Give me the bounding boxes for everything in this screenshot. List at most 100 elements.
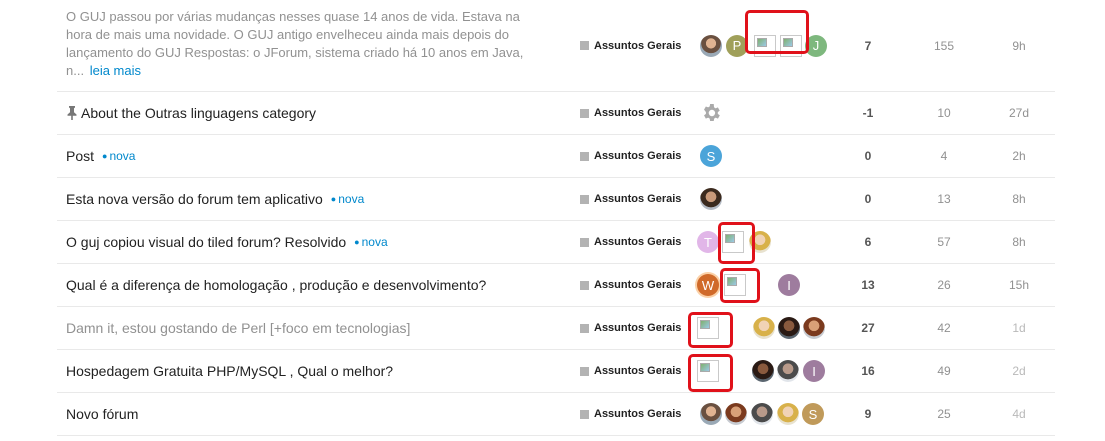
activity-time[interactable]: 4d bbox=[995, 393, 1043, 435]
category-badge[interactable]: Assuntos Gerais bbox=[580, 0, 681, 91]
poster-avatar[interactable]: I bbox=[778, 274, 800, 296]
category-badge[interactable]: Assuntos Gerais bbox=[580, 221, 681, 263]
broken-avatar-image[interactable] bbox=[754, 34, 776, 57]
poster-avatar[interactable] bbox=[700, 403, 722, 425]
poster-avatar[interactable]: I bbox=[803, 360, 825, 382]
activity-time[interactable]: 15h bbox=[995, 264, 1043, 306]
activity-time[interactable]: 2h bbox=[995, 135, 1043, 177]
category-badge[interactable]: Assuntos Gerais bbox=[580, 135, 681, 177]
topic-title-link[interactable]: Esta nova versão do forum tem aplicativo bbox=[66, 191, 323, 207]
topic-row[interactable]: Post ● nova Assuntos Gerais S 0 4 2h bbox=[57, 135, 1055, 178]
views-count: 57 bbox=[937, 235, 951, 249]
poster-avatar[interactable] bbox=[752, 360, 774, 382]
topic-row[interactable]: Hospedagem Gratuita PHP/MySQL , Qual o m… bbox=[57, 350, 1055, 393]
poster-avatar[interactable] bbox=[778, 317, 800, 339]
replies-count[interactable]: 0 bbox=[843, 178, 893, 220]
category-name: Assuntos Gerais bbox=[594, 39, 682, 52]
replies-count[interactable]: 0 bbox=[843, 135, 893, 177]
avatar-letter: W bbox=[701, 277, 715, 293]
avatar-letter: P bbox=[732, 38, 742, 53]
topic-list: O GUJ passou por várias mudanças nesses … bbox=[57, 0, 1055, 436]
views-count: 26 bbox=[937, 278, 951, 292]
replies-count[interactable]: 7 bbox=[843, 0, 893, 91]
topic-row[interactable]: Novo fórum Assuntos Gerais S 9 25 4d bbox=[57, 393, 1055, 436]
broken-avatar-image[interactable] bbox=[722, 231, 744, 253]
topic-excerpt[interactable]: O GUJ passou por várias mudanças nesses … bbox=[66, 8, 536, 80]
category-color-square bbox=[580, 108, 589, 118]
category-badge[interactable]: Assuntos Gerais bbox=[580, 350, 681, 392]
replies-count[interactable]: -1 bbox=[843, 92, 893, 134]
new-topic-badge[interactable]: ● nova bbox=[331, 192, 364, 206]
category-color-square bbox=[580, 41, 589, 50]
topic-title-link[interactable]: Hospedagem Gratuita PHP/MySQL , Qual o m… bbox=[66, 363, 393, 379]
poster-avatar[interactable] bbox=[751, 403, 773, 425]
replies-count[interactable]: 27 bbox=[843, 307, 893, 349]
activity-time[interactable]: 2d bbox=[995, 350, 1043, 392]
avatar-letter: J bbox=[812, 38, 820, 53]
views-count: 155 bbox=[933, 38, 955, 53]
poster-avatar[interactable]: W bbox=[697, 274, 719, 296]
avatar-letter: T bbox=[704, 234, 712, 250]
poster-avatar[interactable] bbox=[777, 360, 799, 382]
broken-avatar-image[interactable] bbox=[697, 317, 719, 339]
category-color-square bbox=[580, 280, 589, 290]
avatar-letter: I bbox=[812, 363, 816, 379]
posters-column: S bbox=[697, 393, 837, 435]
new-topic-badge[interactable]: ● nova bbox=[354, 235, 387, 249]
activity-time[interactable]: 8h bbox=[995, 221, 1043, 263]
posters-column bbox=[697, 92, 837, 134]
poster-avatar[interactable] bbox=[749, 231, 771, 253]
poster-avatar[interactable] bbox=[777, 403, 799, 425]
category-badge[interactable]: Assuntos Gerais bbox=[580, 92, 681, 134]
category-name: Assuntos Gerais bbox=[594, 408, 682, 420]
topic-title-link[interactable]: Qual é a diferença de homologação , prod… bbox=[66, 277, 486, 293]
topic-title-link[interactable]: Novo fórum bbox=[66, 406, 138, 422]
new-topic-badge[interactable]: ● nova bbox=[102, 149, 135, 163]
gear-icon[interactable] bbox=[700, 102, 722, 124]
broken-avatar-image[interactable] bbox=[780, 34, 802, 57]
category-badge[interactable]: Assuntos Gerais bbox=[580, 307, 681, 349]
topic-title-link[interactable]: About the Outras linguagens category bbox=[81, 105, 316, 121]
poster-avatar[interactable]: P bbox=[726, 34, 748, 57]
posters-column: S bbox=[697, 135, 837, 177]
poster-avatar[interactable] bbox=[725, 403, 747, 425]
topic-row[interactable]: O GUJ passou por várias mudanças nesses … bbox=[57, 0, 1055, 92]
poster-avatar[interactable] bbox=[753, 317, 775, 339]
category-badge[interactable]: Assuntos Gerais bbox=[580, 264, 681, 306]
posters-column bbox=[697, 307, 837, 349]
read-more-link[interactable]: leia mais bbox=[90, 63, 141, 78]
broken-avatar-image[interactable] bbox=[697, 360, 719, 382]
posters-column: W I bbox=[697, 264, 837, 306]
activity-time[interactable]: 27d bbox=[995, 92, 1043, 134]
replies-count[interactable]: 9 bbox=[843, 393, 893, 435]
views-count: 4 bbox=[940, 149, 948, 163]
replies-count[interactable]: 6 bbox=[843, 221, 893, 263]
poster-avatar[interactable] bbox=[700, 34, 722, 57]
replies-count[interactable]: 16 bbox=[843, 350, 893, 392]
category-color-square bbox=[580, 409, 589, 419]
poster-avatar[interactable] bbox=[700, 188, 722, 210]
activity-time[interactable]: 9h bbox=[995, 0, 1043, 91]
poster-avatar[interactable] bbox=[803, 317, 825, 339]
poster-avatar[interactable]: T bbox=[697, 231, 719, 253]
poster-avatar[interactable]: S bbox=[700, 145, 722, 167]
topic-row[interactable]: Qual é a diferença de homologação , prod… bbox=[57, 264, 1055, 307]
views-count: 42 bbox=[937, 321, 951, 335]
activity-time[interactable]: 1d bbox=[995, 307, 1043, 349]
category-name: Assuntos Gerais bbox=[594, 107, 682, 119]
topic-row[interactable]: O guj copiou visual do tiled forum? Reso… bbox=[57, 221, 1055, 264]
topic-title-link[interactable]: Damn it, estou gostando de Perl [+foco e… bbox=[66, 320, 410, 336]
topic-title-link[interactable]: O guj copiou visual do tiled forum? Reso… bbox=[66, 234, 346, 250]
topic-row[interactable]: Esta nova versão do forum tem aplicativo… bbox=[57, 178, 1055, 221]
new-dot-icon: ● bbox=[330, 194, 337, 204]
poster-avatar[interactable]: J bbox=[805, 34, 827, 57]
category-badge[interactable]: Assuntos Gerais bbox=[580, 178, 681, 220]
category-badge[interactable]: Assuntos Gerais bbox=[580, 393, 681, 435]
broken-avatar-image[interactable] bbox=[724, 274, 746, 296]
topic-row[interactable]: Damn it, estou gostando de Perl [+foco e… bbox=[57, 307, 1055, 350]
poster-avatar[interactable]: S bbox=[802, 403, 824, 425]
topic-row[interactable]: About the Outras linguagens category Ass… bbox=[57, 92, 1055, 135]
topic-title-link[interactable]: Post bbox=[66, 148, 94, 164]
replies-count[interactable]: 13 bbox=[843, 264, 893, 306]
activity-time[interactable]: 8h bbox=[995, 178, 1043, 220]
